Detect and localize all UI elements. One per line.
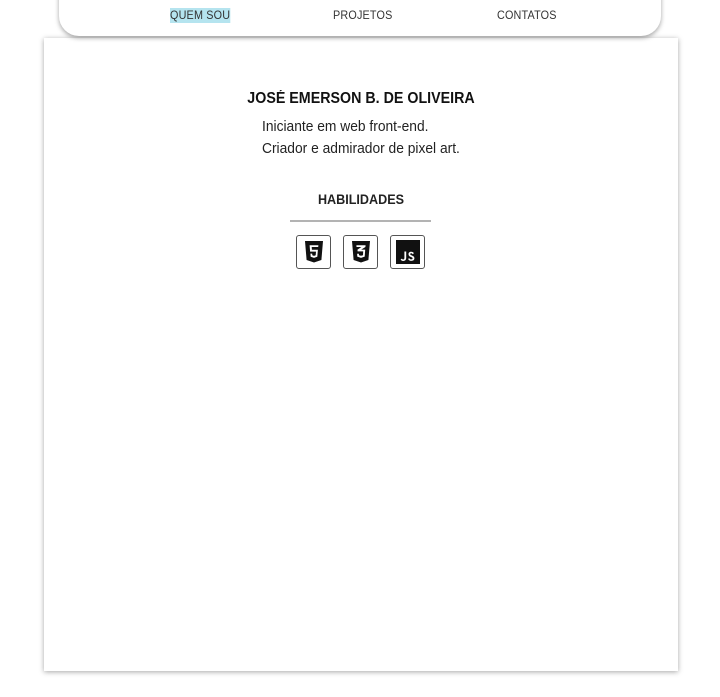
skills-title: HABILIDADES: [317, 191, 405, 207]
profile-card: JOSÉ EMERSON B. DE OLIVEIRA Iniciante em…: [44, 38, 678, 671]
skill-html5: [296, 235, 331, 269]
top-navigation: QUEM SOU PROJETOS CONTATOS: [59, 0, 661, 36]
nav-link-projetos[interactable]: PROJETOS: [333, 8, 392, 23]
skill-css3: [343, 235, 378, 269]
nav-link-quem-sou[interactable]: QUEM SOU: [170, 8, 231, 23]
profile-bio-line-2: Criador e admirador de pixel art.: [262, 140, 460, 157]
nav-link-contatos[interactable]: CONTATOS: [497, 8, 557, 23]
profile-bio-line-1: Iniciante em web front-end.: [262, 118, 429, 135]
skills-divider: [290, 220, 431, 222]
html5-icon: [304, 241, 323, 263]
skill-javascript: [390, 235, 425, 269]
profile-name: JOSÉ EMERSON B. DE OLIVEIRA: [247, 90, 475, 107]
javascript-icon: [395, 240, 420, 264]
css3-icon: [351, 241, 370, 263]
